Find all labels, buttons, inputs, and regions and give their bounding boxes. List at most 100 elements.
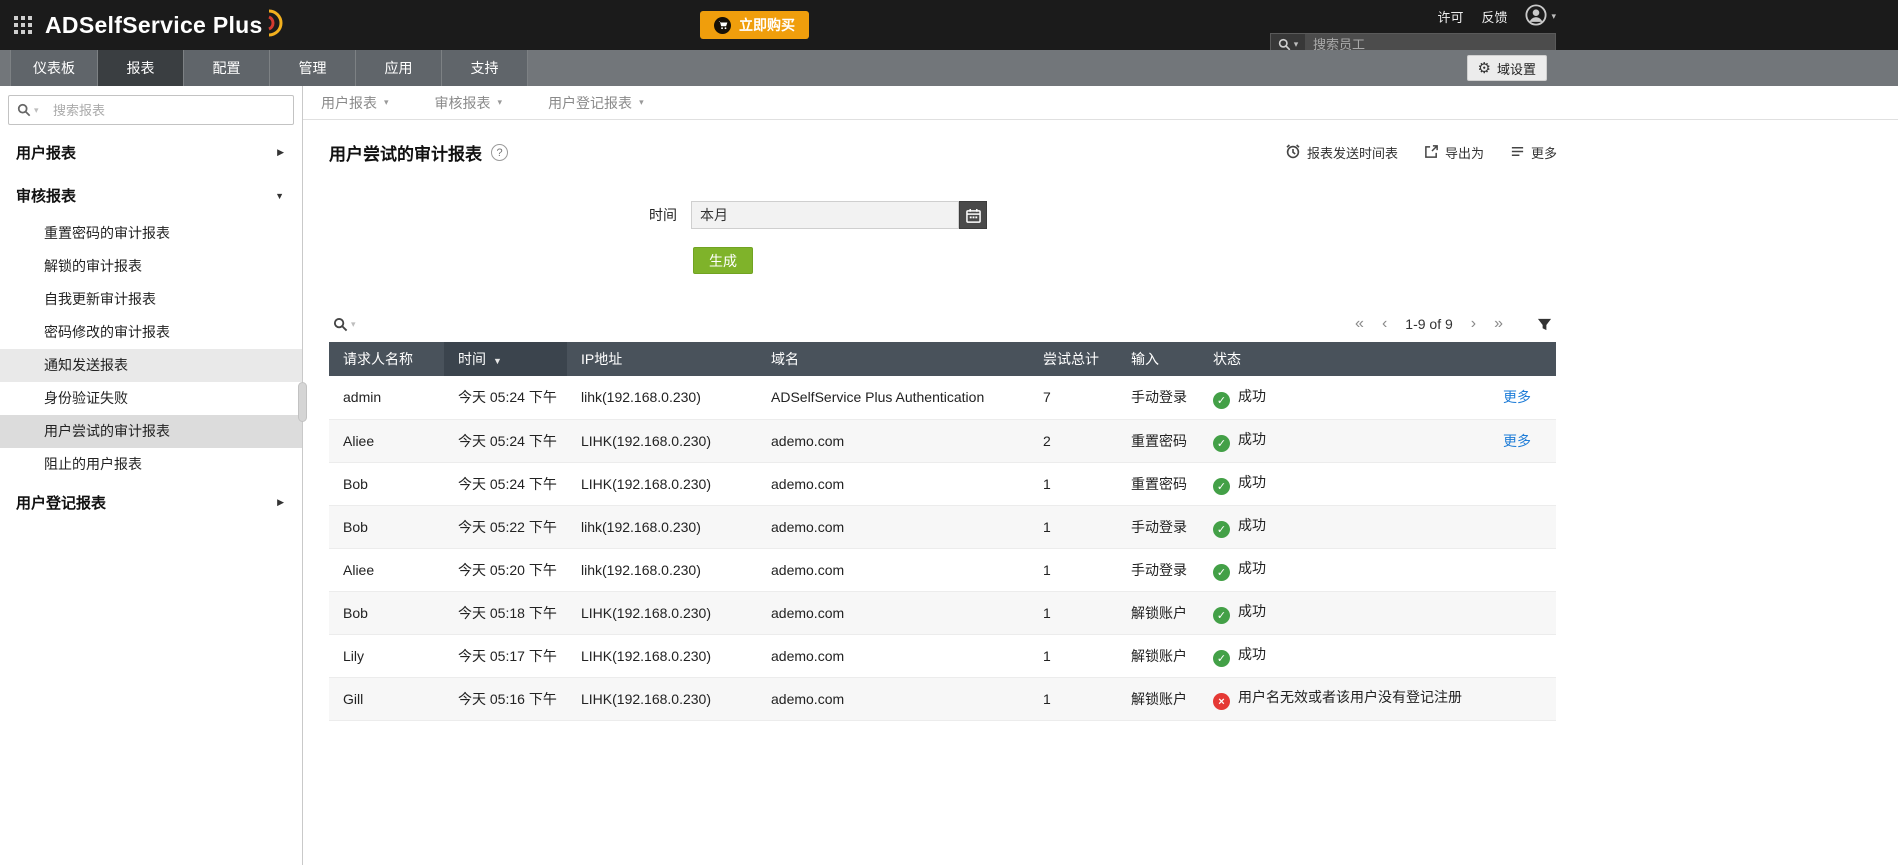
cell-domain: ademo.com — [757, 419, 1029, 462]
cell-more — [1489, 591, 1556, 634]
cell-more — [1489, 677, 1556, 720]
next-page-button[interactable]: › — [1471, 316, 1476, 332]
header-domain[interactable]: 域名 — [757, 342, 1029, 376]
cell-attempts: 1 — [1029, 677, 1117, 720]
first-page-button[interactable]: « — [1355, 316, 1364, 332]
header-time[interactable]: 时间▼ — [444, 342, 567, 376]
chevron-down-icon: ▾ — [1551, 11, 1556, 22]
report-menu-bar: 用户报表 ▾ 审核报表 ▾ 用户登记报表 ▾ — [303, 86, 1898, 120]
alarm-clock-icon — [1285, 143, 1301, 162]
table-row: admin 今天 05:24 下午 lihk(192.168.0.230) AD… — [329, 376, 1556, 419]
row-more-link[interactable]: 更多 — [1503, 433, 1531, 449]
sidebar-item-reset-password-audit[interactable]: 重置密码的审计报表 — [0, 217, 302, 250]
tab-dashboard[interactable]: 仪表板 — [10, 50, 98, 86]
menu-user-reports[interactable]: 用户报表 ▾ — [321, 93, 389, 113]
tab-support[interactable]: 支持 — [442, 50, 528, 86]
cell-time: 今天 05:22 下午 — [444, 505, 567, 548]
header-more — [1489, 342, 1556, 376]
sidebar-item-identity-verification-failure[interactable]: 身份验证失败 — [0, 382, 302, 415]
cell-status: ✓ 成功 — [1199, 591, 1489, 634]
buy-now-button[interactable]: 立即购买 — [700, 11, 809, 39]
header-requester[interactable]: 请求人名称 — [329, 342, 444, 376]
export-button[interactable]: 导出为 — [1424, 143, 1484, 162]
menu-audit-reports[interactable]: 审核报表 ▾ — [435, 93, 503, 113]
sidebar-item-user-attempts-audit[interactable]: 用户尝试的审计报表 — [0, 415, 302, 448]
tab-admin[interactable]: 管理 — [270, 50, 356, 86]
cell-ip: LIHK(192.168.0.230) — [567, 677, 757, 720]
cell-domain: ADSelfService Plus Authentication — [757, 376, 1029, 419]
table-search-icon[interactable]: ▾ — [333, 317, 356, 332]
chevron-down-icon: ▾ — [639, 97, 644, 108]
sidebar-section-user-reports[interactable]: 用户报表 ▶ — [0, 131, 302, 174]
menu-enrollment-reports[interactable]: 用户登记报表 ▾ — [548, 93, 644, 113]
page-actions: 报表发送时间表 导出为 更多 — [1285, 143, 1557, 162]
cell-input: 重置密码 — [1117, 462, 1199, 505]
help-icon[interactable]: ? — [491, 144, 508, 161]
sidebar-item-self-update-audit[interactable]: 自我更新审计报表 — [0, 283, 302, 316]
chevron-down-icon: ▾ — [351, 319, 356, 330]
report-schedule-button[interactable]: 报表发送时间表 — [1285, 143, 1398, 162]
header-input[interactable]: 输入 — [1117, 342, 1199, 376]
report-search: ▾ — [8, 95, 294, 125]
last-page-button[interactable]: » — [1494, 316, 1503, 332]
calendar-button[interactable] — [959, 201, 987, 229]
domain-settings-button[interactable]: ⚙ 域设置 — [1467, 55, 1547, 81]
tab-configuration[interactable]: 配置 — [184, 50, 270, 86]
sidebar-section-audit-reports[interactable]: 审核报表 ▼ — [0, 174, 302, 217]
time-range-input[interactable] — [691, 201, 959, 229]
generate-button[interactable]: 生成 — [693, 247, 753, 274]
cell-time: 今天 05:24 下午 — [444, 376, 567, 419]
header-time-label: 时间 — [458, 351, 486, 367]
chevron-right-icon: ▶ — [277, 147, 284, 158]
sidebar-item-blocked-users[interactable]: 阻止的用户报表 — [0, 448, 302, 481]
sidebar: ▾ 用户报表 ▶ 审核报表 ▼ 重置密码的审计报表 解锁的审计报表 自我更新审计… — [0, 86, 303, 865]
chevron-down-icon: ▾ — [498, 97, 503, 108]
tab-reports[interactable]: 报表 — [98, 50, 184, 86]
success-icon: ✓ — [1213, 607, 1230, 624]
menu-label: 审核报表 — [435, 93, 491, 113]
table-row: Gill 今天 05:16 下午 LIHK(192.168.0.230) ade… — [329, 677, 1556, 720]
user-avatar-icon — [1525, 4, 1547, 29]
user-avatar[interactable]: ▾ — [1525, 4, 1556, 29]
cell-time: 今天 05:17 下午 — [444, 634, 567, 677]
table-body: admin 今天 05:24 下午 lihk(192.168.0.230) AD… — [329, 376, 1556, 720]
report-schedule-label: 报表发送时间表 — [1307, 143, 1398, 162]
layout: ▾ 用户报表 ▶ 审核报表 ▼ 重置密码的审计报表 解锁的审计报表 自我更新审计… — [0, 86, 1898, 865]
header-attempts[interactable]: 尝试总计 — [1029, 342, 1117, 376]
sidebar-section-enrollment-reports[interactable]: 用户登记报表 ▶ — [0, 481, 302, 524]
sidebar-item-notification-delivery[interactable]: 通知发送报表 — [0, 349, 302, 382]
cell-attempts: 1 — [1029, 591, 1117, 634]
sidebar-item-unlock-audit[interactable]: 解锁的审计报表 — [0, 250, 302, 283]
table-row: Bob 今天 05:22 下午 lihk(192.168.0.230) adem… — [329, 505, 1556, 548]
cell-ip: lihk(192.168.0.230) — [567, 548, 757, 591]
cell-requester: admin — [329, 376, 444, 419]
feedback-link[interactable]: 反馈 — [1481, 7, 1507, 26]
more-actions-button[interactable]: 更多 — [1510, 143, 1557, 162]
cell-input: 重置密码 — [1117, 419, 1199, 462]
header-status[interactable]: 状态 — [1199, 342, 1489, 376]
previous-page-button[interactable]: ‹ — [1382, 316, 1387, 332]
topbar-left: ADSelfService Plus — [0, 0, 1898, 50]
sidebar-resize-handle[interactable] — [298, 382, 307, 422]
row-more-link[interactable]: 更多 — [1503, 389, 1531, 405]
cell-requester: Bob — [329, 462, 444, 505]
tab-apps[interactable]: 应用 — [356, 50, 442, 86]
table-row: Lily 今天 05:17 下午 LIHK(192.168.0.230) ade… — [329, 634, 1556, 677]
header-ip[interactable]: IP地址 — [567, 342, 757, 376]
section-label: 用户登记报表 — [16, 492, 106, 513]
more-actions-label: 更多 — [1531, 143, 1557, 162]
filter-icon[interactable] — [1537, 317, 1552, 332]
cell-time: 今天 05:16 下午 — [444, 677, 567, 720]
status-text: 用户名无效或者该用户没有登记注册 — [1238, 689, 1462, 705]
report-search-input[interactable] — [8, 95, 294, 125]
status-text: 成功 — [1238, 646, 1266, 662]
title-row: 用户尝试的审计报表 ? 报表发送时间表 — [329, 140, 1557, 165]
cell-requester: Lily — [329, 634, 444, 677]
time-label: 时间 — [649, 205, 677, 225]
logo[interactable]: ADSelfService Plus — [45, 9, 286, 42]
apps-grid-icon[interactable] — [14, 16, 33, 35]
main-content: 用户报表 ▾ 审核报表 ▾ 用户登记报表 ▾ 用户尝试的审计报表 ? — [303, 86, 1898, 865]
sidebar-item-password-change-audit[interactable]: 密码修改的审计报表 — [0, 316, 302, 349]
license-link[interactable]: 许可 — [1437, 7, 1463, 26]
status-text: 成功 — [1238, 603, 1266, 619]
